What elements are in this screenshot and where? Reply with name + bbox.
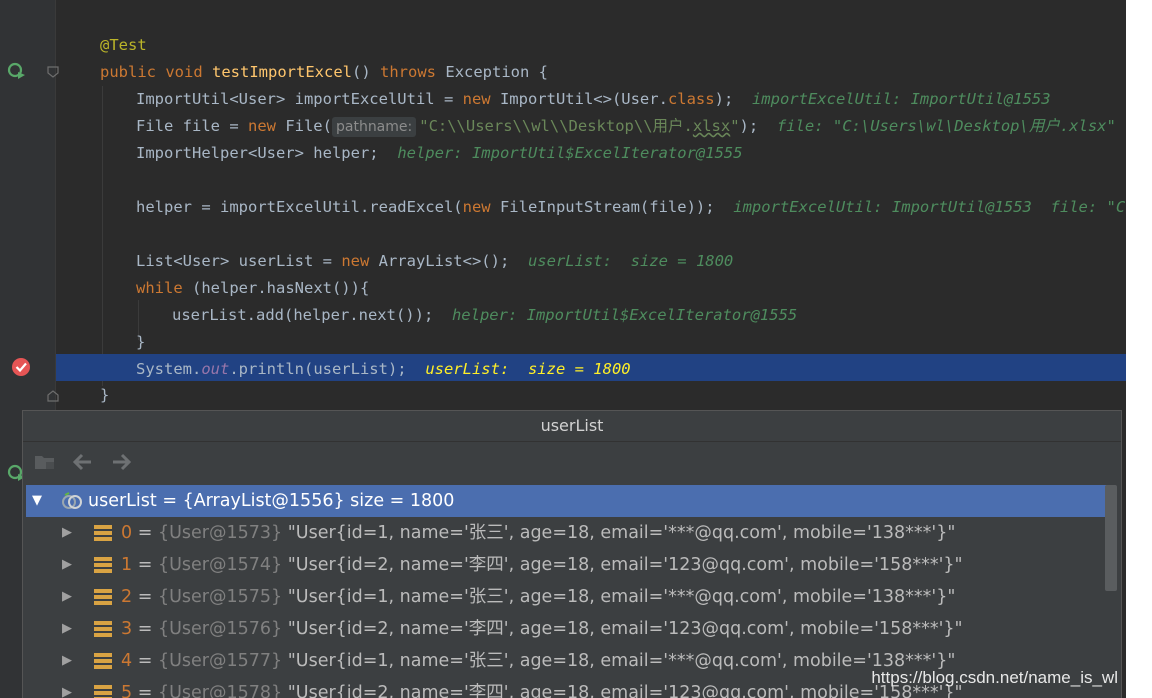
expand-down-icon[interactable]: ▼ (32, 485, 42, 517)
watermark: https://blog.csdn.net/name_is_wl (871, 668, 1118, 687)
item-ref: {User@1575} (157, 587, 283, 607)
tree-root-row[interactable]: ▼ userList = {ArrayList@1556} size = 180… (26, 485, 1108, 517)
object-field-icon (94, 685, 112, 698)
fold-icon[interactable] (47, 66, 59, 78)
tree-row[interactable]: ▶ 2 = {User@1575} "User{id=1, name='张三', … (26, 581, 1108, 613)
inline-debug-value: helper: ImportUtil$ExcelIterator@1555 (451, 306, 798, 324)
inline-debug-value: importExcelUtil: ImportUtil@1553 file: "… (733, 198, 1126, 216)
tree-row[interactable]: ▶ 3 = {User@1576} "User{id=2, name='李四', … (26, 613, 1108, 645)
item-index: 4 (121, 651, 133, 671)
fold-icon[interactable] (47, 390, 59, 402)
item-value: "User{id=2, name='李四', age=18, email='12… (287, 555, 963, 575)
expand-right-icon[interactable]: ▶ (62, 517, 72, 549)
tree-row[interactable]: ▶ 0 = {User@1573} "User{id=1, name='张三', … (26, 517, 1108, 549)
item-ref: {User@1576} (157, 619, 283, 639)
object-field-icon (94, 525, 112, 541)
folder-icon[interactable] (33, 450, 57, 474)
inline-debug-value: helper: ImportUtil$ExcelIterator@1555 (397, 144, 743, 162)
code-line[interactable]: File file = new File(pathname: "C:\\Users… (136, 113, 1116, 140)
breakpoint-icon[interactable] (10, 356, 32, 378)
expand-right-icon[interactable]: ▶ (62, 549, 72, 581)
item-value: "User{id=1, name='张三', age=18, email='**… (287, 651, 956, 671)
code-line[interactable]: helper = importExcelUtil.readExcel(new F… (136, 194, 1126, 221)
code-editor[interactable]: @Test public void testImportExcel() thro… (0, 0, 1126, 698)
code-line-annotation[interactable]: @Test (100, 32, 147, 59)
watch-variable-icon (62, 492, 82, 509)
tree-row[interactable]: ▶ 1 = {User@1574} "User{id=2, name='李四', … (26, 549, 1108, 581)
expand-right-icon[interactable]: ▶ (62, 677, 72, 698)
code-line[interactable]: ImportUtil<User> importExcelUtil = new I… (136, 86, 1051, 113)
item-value: "User{id=1, name='张三', age=18, email='**… (287, 587, 956, 607)
inline-debug-value: userList: size = 1800 (527, 252, 734, 270)
item-index: 3 (121, 619, 133, 639)
popup-toolbar (23, 442, 1121, 482)
item-ref: {User@1577} (157, 651, 283, 671)
object-field-icon (94, 653, 112, 669)
variable-inspector-popup[interactable]: userList ▼ userList = {ArrayList@1556} s… (22, 410, 1122, 698)
item-value: "User{id=2, name='李四', age=18, email='12… (287, 619, 963, 639)
item-index: 2 (121, 587, 133, 607)
scrollbar[interactable] (1105, 485, 1117, 591)
item-index: 5 (121, 683, 133, 698)
code-line[interactable]: List<User> userList = new ArrayList<>();… (136, 248, 733, 275)
expand-right-icon[interactable]: ▶ (62, 645, 72, 677)
item-value: "User{id=2, name='李四', age=18, email='12… (287, 683, 963, 698)
inline-debug-value: userList: size = 1800 (425, 360, 631, 378)
object-field-icon (94, 589, 112, 605)
code-line-method-signature[interactable]: public void testImportExcel() throws Exc… (100, 59, 548, 86)
expand-right-icon[interactable]: ▶ (62, 581, 72, 613)
run-test-icon[interactable] (6, 60, 26, 80)
expand-right-icon[interactable]: ▶ (62, 613, 72, 645)
item-ref: {User@1578} (157, 683, 283, 698)
item-value: "User{id=1, name='张三', age=18, email='**… (287, 523, 956, 543)
item-ref: {User@1574} (157, 555, 283, 575)
parameter-hint: pathname: (331, 117, 417, 137)
forward-arrow-icon[interactable] (109, 450, 133, 474)
popup-title[interactable]: userList (23, 411, 1121, 442)
object-field-icon (94, 621, 112, 637)
back-arrow-icon[interactable] (71, 450, 95, 474)
code-line[interactable]: ImportHelper<User> helper; helper: Impor… (136, 140, 743, 167)
code-line[interactable]: } (136, 329, 145, 356)
item-index: 0 (121, 523, 133, 543)
code-line[interactable]: } (100, 382, 109, 409)
item-ref: {User@1573} (157, 523, 283, 543)
inline-debug-value: importExcelUtil: ImportUtil@1553 (751, 90, 1051, 108)
inline-debug-value: file: "C:\Users\wl\Desktop\用户.xlsx" (776, 117, 1116, 135)
code-line[interactable]: userList.add(helper.next()); helper: Imp… (172, 302, 797, 329)
code-line[interactable]: while (helper.hasNext()){ (136, 275, 369, 302)
object-field-icon (94, 557, 112, 573)
variable-tree[interactable]: ▼ userList = {ArrayList@1556} size = 180… (26, 485, 1108, 698)
indent-guide (102, 86, 103, 386)
code-line-current[interactable]: System.out.println(userList); userList: … (136, 356, 631, 383)
item-index: 1 (121, 555, 133, 575)
